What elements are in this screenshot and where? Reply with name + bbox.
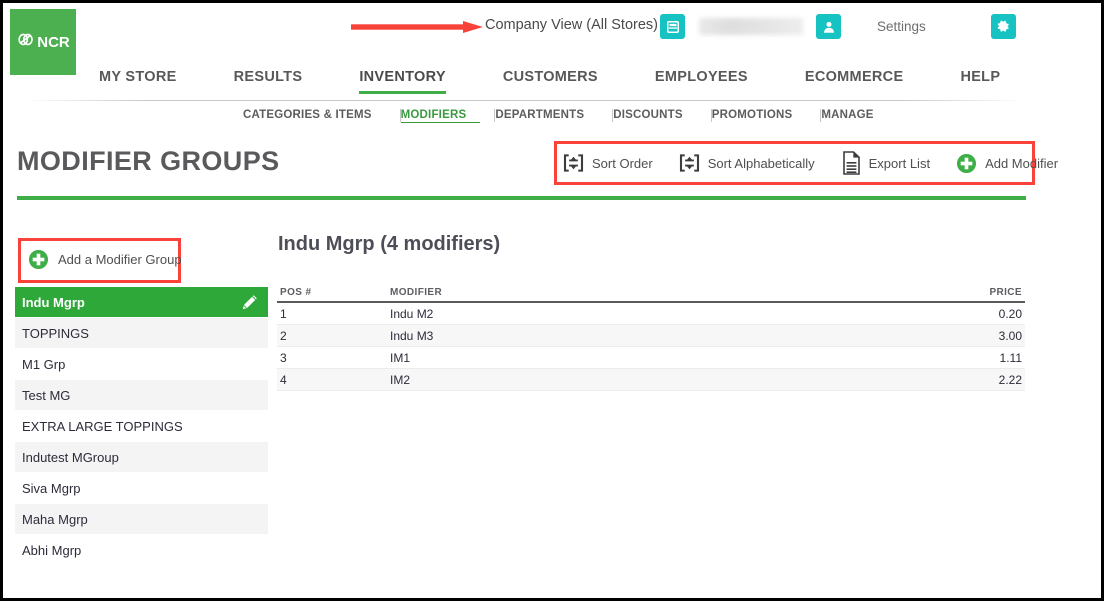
nav-item-inventory[interactable]: INVENTORY [359,69,446,94]
modifier-group-label: EXTRA LARGE TOPPINGS [22,418,183,434]
sort-alphabetically-icon [679,153,700,173]
ncr-link-logo-icon [16,30,35,54]
nav-divider [25,100,1025,101]
table-row[interactable]: 3 IM1 1.11 [277,347,1025,369]
table-row[interactable]: 4 IM2 2.22 [277,369,1025,391]
cell-modifier: IM2 [390,372,411,387]
modifier-group-label: Maha Mgrp [22,511,88,527]
user-name-redacted [699,18,803,35]
cell-pos: 1 [280,306,287,321]
main-navigation: MY STORE RESULTS INVENTORY CUSTOMERS EMPLOYE… [3,69,1101,103]
app-window: NCR Company View (All Stores) Settings M… [0,0,1104,601]
plus-circle-icon [956,153,977,174]
cell-modifier: Indu M2 [390,306,434,321]
ncr-logo-text: NCR [37,33,70,51]
subnav-item-discounts[interactable]: DISCOUNTS [613,109,697,123]
add-modifier-button[interactable]: Add Modifier [956,153,1058,174]
modifier-group-item[interactable]: Maha Mgrp [15,504,268,535]
subnav-item-categories-items[interactable]: CATEGORIES & ITEMS [243,109,386,123]
add-modifier-label: Add Modifier [985,155,1059,171]
pencil-edit-icon[interactable] [241,294,258,311]
column-header-pos: POS # [280,286,312,298]
gear-icon[interactable] [991,14,1016,39]
cell-modifier: Indu M3 [390,328,434,343]
modifier-group-item[interactable]: Abhi Mgrp [15,535,268,566]
company-view-label[interactable]: Company View (All Stores) [485,17,658,33]
subnav-item-promotions[interactable]: PROMOTIONS [712,109,807,123]
modifier-group-item[interactable]: Test MG [15,380,268,411]
red-arrow-annotation [351,20,483,33]
cell-price: 0.20 [998,306,1022,321]
export-list-label: Export List [868,155,931,171]
column-header-modifier: MODIFIER [390,286,443,298]
subnav-item-modifiers[interactable]: MODIFIERS [400,109,481,123]
sub-navigation: CATEGORIES & ITEMS MODIFIERS DEPARTMENTS DI… [243,108,888,123]
cell-pos: 3 [280,350,287,365]
sort-alphabetically-label: Sort Alphabetically [707,155,815,171]
sort-alphabetically-button[interactable]: Sort Alphabetically [679,153,815,173]
modifier-group-list: Indu Mgrp TOPPINGS M1 Grp Test MG EXTRA LARG… [15,287,268,566]
modifier-group-label: Indu Mgrp [22,294,85,310]
modifier-group-label: TOPPINGS [22,325,89,341]
subnav-item-departments[interactable]: DEPARTMENTS [495,109,598,123]
modifier-group-item[interactable]: M1 Grp [15,349,268,380]
table-header-row: POS # MODIFIER PRICE [277,283,1025,303]
nav-item-results[interactable]: RESULTS [234,69,303,94]
modifier-group-label: Test MG [22,387,71,403]
modifier-group-heading: Indu Mgrp (4 modifiers) [278,233,501,255]
cell-price: 3.00 [998,328,1022,343]
modifier-group-item[interactable]: EXTRA LARGE TOPPINGS [15,411,268,442]
export-document-icon [841,151,861,175]
nav-item-ecommerce[interactable]: ECOMMERCE [805,69,904,94]
nav-item-help[interactable]: HELP [960,69,1000,94]
modifier-group-label: Siva Mgrp [22,480,81,496]
table-row[interactable]: 1 Indu M2 0.20 [277,303,1025,325]
modifier-group-item[interactable]: Indu Mgrp [15,287,268,318]
cell-price: 2.22 [998,372,1022,387]
sort-order-button[interactable]: Sort Order [563,153,653,173]
cell-pos: 2 [280,328,287,343]
user-profile-icon[interactable] [816,14,841,39]
nav-item-customers[interactable]: CUSTOMERS [503,69,598,94]
ncr-logo[interactable]: NCR [10,9,76,75]
page-toolbar: Sort Order Sort Alphabetically Export Li… [563,148,1058,178]
plus-circle-icon [28,249,49,270]
modifier-group-item[interactable]: Indutest MGroup [15,442,268,473]
add-modifier-group-button[interactable]: Add a Modifier Group [28,249,182,270]
cell-price: 1.11 [999,350,1022,365]
store-icon[interactable] [660,14,685,39]
modifier-group-item[interactable]: TOPPINGS [15,318,268,349]
sort-order-icon [563,153,584,173]
settings-label[interactable]: Settings [877,19,926,34]
modifiers-table: POS # MODIFIER PRICE 1 Indu M2 0.20 2 Indu M… [277,283,1025,391]
export-list-button[interactable]: Export List [841,151,930,175]
cell-modifier: IM1 [390,350,411,365]
add-modifier-group-label: Add a Modifier Group [58,252,182,267]
cell-pos: 4 [280,372,287,387]
modifier-group-label: Abhi Mgrp [22,542,82,558]
modifier-group-label: M1 Grp [22,356,66,372]
table-row[interactable]: 2 Indu M3 3.00 [277,325,1025,347]
title-underline [17,196,1026,200]
top-bar: NCR Company View (All Stores) Settings [3,3,1101,75]
page-title: MODIFIER GROUPS [17,146,280,176]
nav-item-my-store[interactable]: MY STORE [99,69,177,94]
sort-order-label: Sort Order [592,155,653,171]
modifier-group-label: Indutest MGroup [22,449,119,465]
nav-item-employees[interactable]: EMPLOYEES [655,69,748,94]
subnav-item-manage[interactable]: MANAGE [821,109,887,123]
modifier-group-item[interactable]: Siva Mgrp [15,473,268,504]
column-header-price: PRICE [989,286,1022,298]
